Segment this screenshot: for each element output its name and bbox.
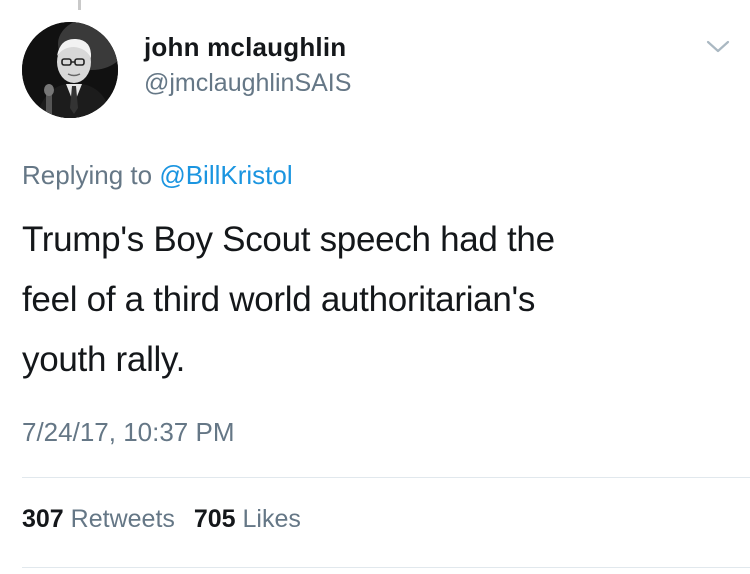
divider — [22, 567, 750, 568]
avatar-photo — [22, 22, 118, 118]
retweets-count: 307 — [22, 505, 64, 533]
likes-label: Likes — [242, 505, 301, 533]
likes-stat[interactable]: 705 Likes — [194, 505, 301, 533]
divider — [22, 477, 750, 478]
tweet-text: Trump's Boy Scout speech had the feel of… — [22, 210, 722, 390]
previous-tweet-thread-line — [78, 0, 81, 10]
avatar[interactable] — [22, 22, 118, 118]
likes-count: 705 — [193, 505, 236, 533]
reply-mention-link[interactable]: @BillKristol — [159, 160, 292, 190]
tweet-header: john mclaughlin @jmclaughlinSAIS — [22, 22, 732, 118]
replying-to-line: Replying to @BillKristol — [22, 160, 293, 191]
retweets-label: Retweets — [70, 505, 175, 533]
author-handle[interactable]: @jmclaughlinSAIS — [144, 69, 351, 98]
chevron-down-icon[interactable] — [704, 36, 732, 56]
tweet-text-line: youth rally. — [22, 340, 186, 379]
retweets-stat[interactable]: 307 Retweets — [22, 505, 182, 533]
tweet-text-line: feel of a third world authoritarian's — [22, 280, 536, 319]
tweet-timestamp[interactable]: 7/24/17, 10:37 PM — [22, 417, 234, 448]
engagement-stats: 307 Retweets 705 Likes — [22, 505, 313, 534]
tweet-text-line: Trump's Boy Scout speech had the — [22, 220, 555, 259]
replying-to-label: Replying to — [22, 160, 153, 190]
author-display-name[interactable]: john mclaughlin — [144, 32, 346, 63]
